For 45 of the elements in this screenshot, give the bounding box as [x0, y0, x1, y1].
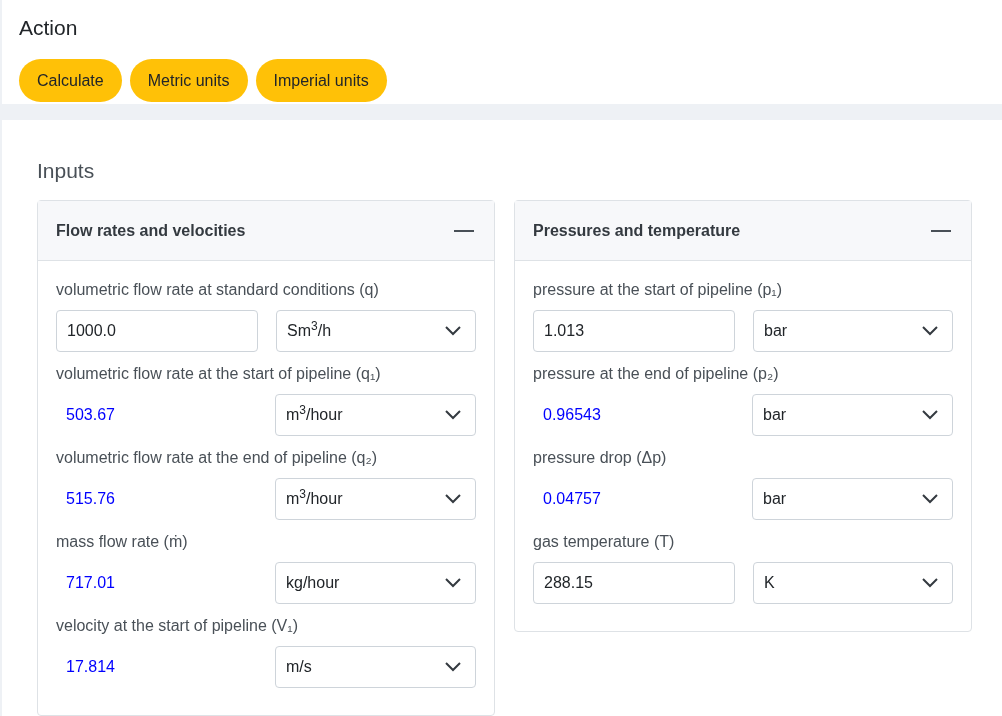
field-label: volumetric flow rate at the end of pipeline (q₂) [56, 448, 379, 468]
field-label: pressure at the end of pipeline (p₂) [533, 364, 780, 384]
unit-select[interactable]: bar [753, 310, 953, 352]
field-label: pressure at the start of pipeline (p₁) [533, 280, 784, 300]
computed-value: 717.01 [66, 573, 115, 593]
chevron-down-icon [445, 494, 461, 504]
minus-icon [931, 229, 951, 232]
chevron-down-icon [445, 326, 461, 336]
action-button[interactable]: Metric units [129, 59, 248, 102]
panel-title: Pressures and temperature [533, 220, 741, 241]
computed-value: 503.67 [66, 405, 115, 425]
computed-value: 515.76 [66, 489, 115, 509]
chevron-down-icon [445, 662, 461, 672]
action-button[interactable]: Calculate [19, 59, 122, 102]
field-label: volumetric flow rate at the start of pipeline (q₁) [56, 364, 382, 384]
field-label: mass flow rate (ṁ) [56, 532, 189, 552]
minus-icon [454, 229, 474, 232]
unit-select[interactable]: m/s [275, 646, 476, 688]
chevron-down-icon [922, 326, 938, 336]
unit-select[interactable]: bar [752, 478, 953, 520]
field-label: pressure drop (Δp) [533, 448, 668, 468]
field-label: gas temperature (T) [533, 532, 676, 552]
value-field[interactable]: 288.15 [533, 562, 735, 604]
computed-value: 0.04757 [543, 489, 601, 509]
panel-title: Flow rates and velocities [56, 220, 246, 241]
unit-select[interactable]: m$^{3}$/hour [275, 478, 476, 520]
section-title: Inputs [37, 158, 96, 184]
unit-select[interactable]: m$^{3}$/hour [275, 394, 476, 436]
unit-select[interactable]: K [753, 562, 953, 604]
unit-select[interactable]: Sm$^{3}$/h [276, 310, 476, 352]
section-title: Action [19, 15, 79, 41]
action-button[interactable]: Imperial units [255, 59, 387, 102]
value-field[interactable]: 1000.0 [56, 310, 258, 352]
unit-select[interactable]: kg/hour [275, 562, 476, 604]
chevron-down-icon [445, 410, 461, 420]
computed-value: 17.814 [66, 657, 115, 677]
field-label: volumetric flow rate at standard conditions (q) [56, 280, 380, 300]
chevron-down-icon [922, 494, 938, 504]
unit-select[interactable]: bar [752, 394, 953, 436]
value-field[interactable]: 1.013 [533, 310, 735, 352]
chevron-down-icon [922, 410, 938, 420]
chevron-down-icon [445, 578, 461, 588]
chevron-down-icon [922, 578, 938, 588]
computed-value: 0.96543 [543, 405, 601, 425]
field-label: velocity at the start of pipeline (V₁) [56, 616, 299, 636]
